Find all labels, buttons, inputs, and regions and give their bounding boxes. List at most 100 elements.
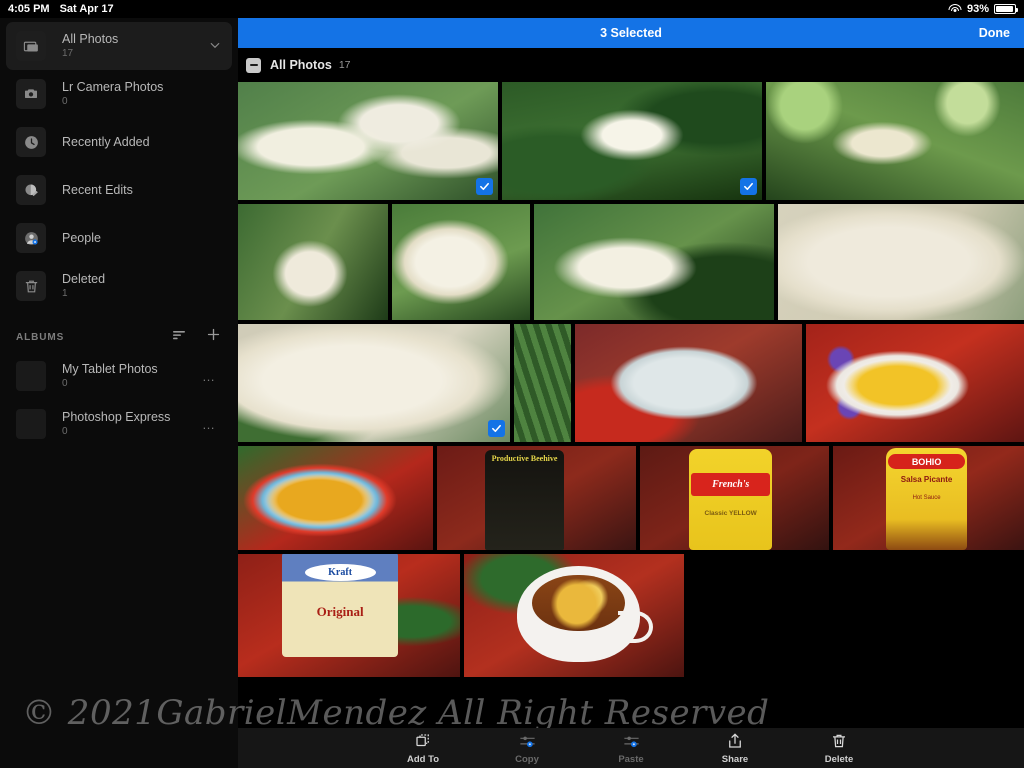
- status-time: 4:05 PM: [8, 3, 50, 15]
- sidebar-item-people[interactable]: People: [6, 214, 232, 262]
- photo-thumbnail: [392, 204, 530, 320]
- delete-button[interactable]: Delete: [811, 731, 867, 765]
- clock-icon: [16, 127, 46, 157]
- photo-thumbnail: [238, 446, 433, 550]
- photo-thumbnail: [238, 82, 498, 200]
- people-icon: [16, 223, 46, 253]
- section-header: All Photos 17: [238, 48, 1024, 82]
- toolbar-label: Add To: [406, 754, 439, 765]
- photo-kraft-original-bbq[interactable]: Kraft Original: [238, 554, 460, 677]
- battery-icon: [994, 4, 1018, 14]
- album-item-photoshop-express[interactable]: Photoshop Express 0 …: [6, 400, 232, 448]
- minus-icon[interactable]: [246, 57, 261, 73]
- photo-thumbnail: Productive Beehive: [437, 446, 636, 550]
- sidebar-item-recent-edits[interactable]: Recent Edits: [6, 166, 232, 214]
- trash-icon: [830, 731, 848, 751]
- selected-count-label: 3 Selected: [600, 26, 662, 40]
- photo-flower-on-trunk[interactable]: [238, 204, 388, 320]
- album-label: Photoshop Express: [62, 410, 171, 424]
- photo-productive-beehive-bottle[interactable]: Productive Beehive: [437, 446, 636, 550]
- sidebar-label: Recently Added: [62, 134, 150, 149]
- sidebar-item-recently-added[interactable]: Recently Added: [6, 118, 232, 166]
- photo-green-leaves-vertical[interactable]: [513, 324, 572, 442]
- album-thumbnail: [16, 409, 46, 439]
- paste-settings-button[interactable]: Paste: [603, 731, 659, 765]
- photo-thumbnail: [534, 204, 774, 320]
- photo-grid-area: All Photos 17 Productive Beehive French'…: [238, 48, 1024, 768]
- check-icon[interactable]: [487, 420, 505, 437]
- photo-thumbnail: [805, 324, 1024, 442]
- photo-white-ginger-flowers[interactable]: [238, 82, 498, 200]
- share-button[interactable]: Share: [707, 731, 763, 765]
- photo-thumbnail: Kraft Original: [238, 554, 460, 677]
- photo-yellow-wings-floral-plate[interactable]: [805, 324, 1024, 442]
- check-icon[interactable]: [740, 178, 757, 195]
- album-count: 0: [62, 426, 68, 437]
- done-button[interactable]: Done: [979, 26, 1024, 40]
- photo-grid-row: [238, 82, 1024, 200]
- album-item-my-tablet-photos[interactable]: My Tablet Photos 0 …: [6, 352, 232, 400]
- photo-thumbnail: [575, 324, 802, 442]
- album-thumbnail: [16, 361, 46, 391]
- photo-bohio-salsa-picante[interactable]: BOHIO Salsa Picante Hot Sauce: [832, 446, 1024, 550]
- photo-thumbnail: [238, 324, 510, 442]
- sort-icon[interactable]: [171, 327, 187, 348]
- photo-soup-cup[interactable]: [464, 554, 684, 677]
- section-title: All Photos: [270, 58, 332, 72]
- section-count: 17: [338, 59, 351, 71]
- photo-frenchs-mustard[interactable]: French's Classic YELLOW: [639, 446, 829, 550]
- album-count: 0: [62, 378, 68, 389]
- sidebar-item-all-photos[interactable]: All Photos 17: [6, 22, 232, 70]
- bottom-toolbar: Add To Copy Paste Share Delete: [238, 728, 1024, 768]
- sidebar-count: 17: [62, 48, 74, 59]
- photo-coffee-flower-branch[interactable]: [766, 82, 1024, 200]
- album-label: My Tablet Photos: [62, 362, 158, 376]
- photo-thumbnail: [766, 82, 1024, 200]
- plus-icon[interactable]: [205, 326, 222, 348]
- camera-icon: [16, 79, 46, 109]
- wifi-icon: [948, 4, 962, 14]
- albums-header-title: ALBUMS: [16, 331, 65, 343]
- sidebar-item-deleted[interactable]: Deleted 1: [6, 262, 232, 310]
- photo-grid-row: Kraft Original: [238, 554, 1024, 677]
- check-icon[interactable]: [476, 178, 493, 195]
- photo-thumbnail: [513, 324, 572, 442]
- status-date: Sat Apr 17: [59, 3, 114, 15]
- photo-thumbnail: [502, 82, 762, 200]
- photo-thumbnail: French's Classic YELLOW: [639, 446, 829, 550]
- copy-settings-button[interactable]: Copy: [499, 731, 555, 765]
- share-icon: [726, 731, 744, 751]
- photo-thumbnail: BOHIO Salsa Picante Hot Sauce: [832, 446, 1024, 550]
- chevron-down-icon[interactable]: [208, 38, 222, 55]
- photo-thumbnail: [778, 204, 1024, 320]
- photo-white-petals-macro[interactable]: [778, 204, 1024, 320]
- photo-grid-row: [238, 324, 1024, 442]
- overflow-icon[interactable]: …: [202, 417, 222, 432]
- photo-coffee-blossom-cluster[interactable]: [502, 82, 762, 200]
- sidebar-label: All Photos: [62, 32, 119, 46]
- overflow-icon[interactable]: …: [202, 369, 222, 384]
- sidebar-label: Deleted: [62, 272, 106, 286]
- sidebar-count: 1: [62, 288, 68, 299]
- sidebar-item-lr-camera-photos[interactable]: Lr Camera Photos 0: [6, 70, 232, 118]
- lightroom-photo-grid-app: 4:05 PM Sat Apr 17 93% All Photos 17 Lr …: [0, 0, 1024, 768]
- paste-settings-icon: [622, 731, 641, 751]
- toolbar-label: Share: [721, 754, 749, 765]
- add-to-button[interactable]: Add To: [395, 731, 451, 765]
- photo-blossom-cluster-closeup[interactable]: [392, 204, 530, 320]
- photo-wings-striped-plate[interactable]: [238, 446, 433, 550]
- albums-header: ALBUMS: [0, 322, 238, 352]
- edits-icon: [16, 175, 46, 205]
- selection-bar: 3 Selected Done: [238, 18, 1024, 48]
- toolbar-label: Paste: [618, 754, 644, 765]
- sidebar-count: 0: [62, 96, 68, 107]
- photo-blossom-green-leaves[interactable]: [534, 204, 774, 320]
- photo-grid-row: [238, 204, 1024, 320]
- photo-chicken-plate[interactable]: [575, 324, 802, 442]
- photo-white-flower-macro-selected[interactable]: [238, 324, 510, 442]
- photo-grid: Productive Beehive French's Classic YELL…: [238, 82, 1024, 677]
- copy-settings-icon: [518, 731, 537, 751]
- photos-icon: [16, 31, 46, 61]
- photo-thumbnail: [464, 554, 684, 677]
- photo-grid-row: Productive Beehive French's Classic YELL…: [238, 446, 1024, 550]
